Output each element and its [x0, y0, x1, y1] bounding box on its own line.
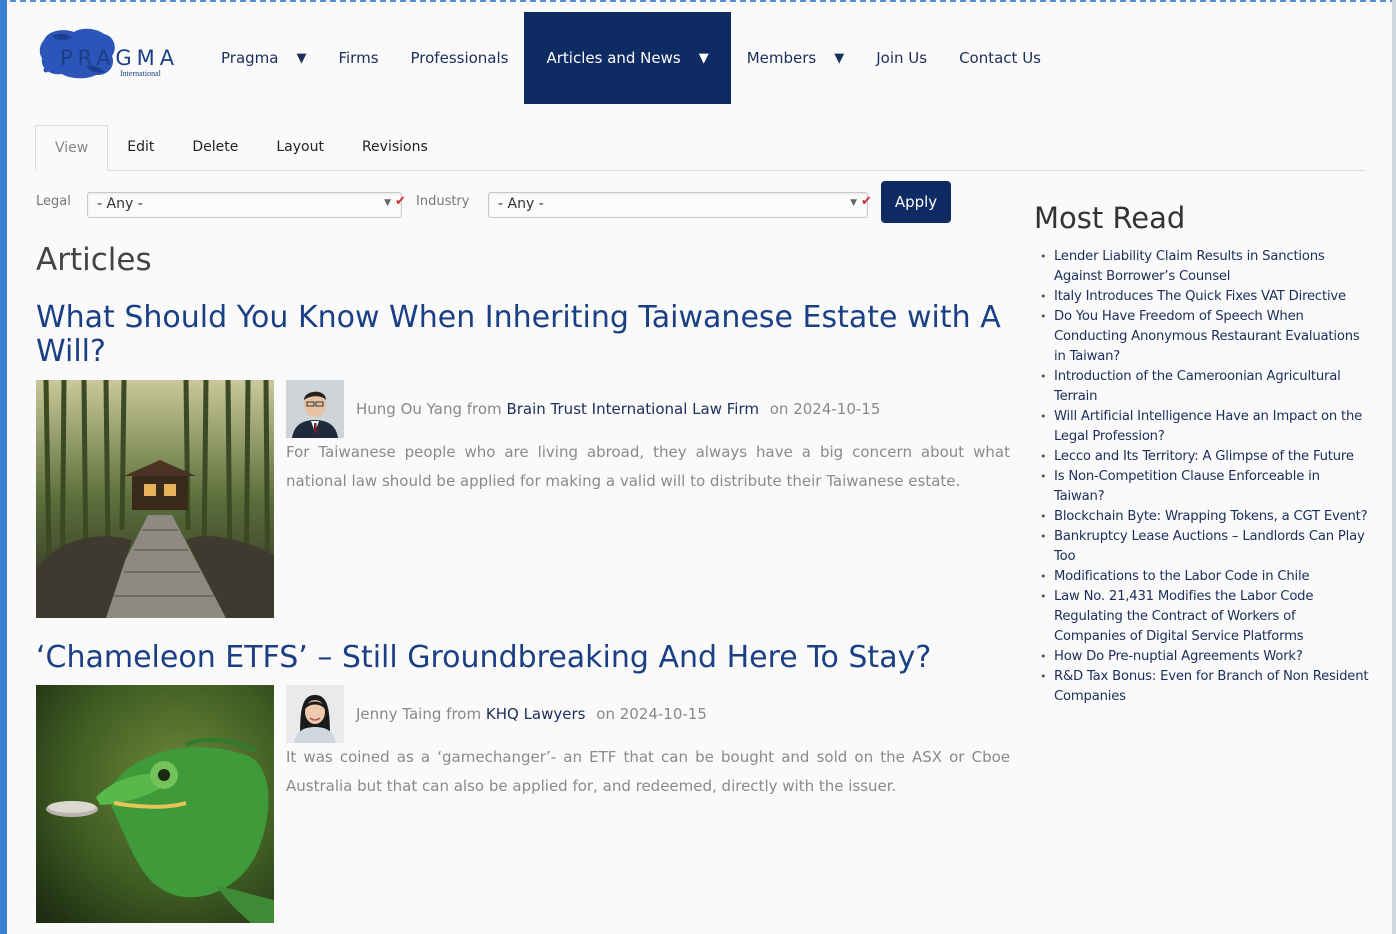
nav-label: Members — [746, 49, 817, 67]
tab-view[interactable]: View — [35, 125, 109, 171]
author-avatar[interactable] — [286, 380, 344, 438]
most-read-item[interactable]: Lender Liability Claim Results in Sancti… — [1040, 247, 1370, 287]
article-excerpt: It was coined as a ‘gamechanger’- an ETF… — [286, 748, 1010, 795]
most-read-item[interactable]: Is Non-Competition Clause Enforceable in… — [1040, 467, 1370, 507]
dropdown-arrow-icon[interactable]: ▼ — [296, 51, 306, 66]
article-date: on 2024-10-15 — [596, 705, 707, 723]
article-byline: Hung Ou Yang from Brain Trust Internatio… — [356, 400, 880, 418]
window-top-border — [0, 0, 1396, 3]
site-logo[interactable]: PRAGMA International — [36, 24, 186, 84]
firm-link[interactable]: KHQ Lawyers — [486, 705, 586, 723]
most-read-item[interactable]: Introduction of the Cameroonian Agricult… — [1040, 367, 1370, 407]
tab-revisions[interactable]: Revisions — [343, 124, 447, 170]
nav-label: Firms — [338, 49, 379, 67]
most-read-item[interactable]: Modifications to the Labor Code in Chile — [1040, 567, 1370, 587]
from-text: from — [466, 400, 502, 418]
from-text: from — [446, 705, 482, 723]
article-byline: Jenny Taing from KHQ Lawyers on 2024-10-… — [356, 705, 707, 723]
nav-item-articles-and-news[interactable]: Articles and News ▼ — [524, 12, 731, 104]
most-read-item[interactable]: Law No. 21,431 Modifies the Labor Code R… — [1040, 587, 1370, 647]
most-read-item[interactable]: Do You Have Freedom of Speech When Condu… — [1040, 307, 1370, 367]
author-name[interactable]: Jenny Taing — [356, 705, 441, 723]
most-read-item[interactable]: Bankruptcy Lease Auctions – Landlords Ca… — [1040, 527, 1370, 567]
tab-layout[interactable]: Layout — [257, 124, 343, 170]
most-read-item[interactable]: How Do Pre-nuptial Agreements Work? — [1040, 647, 1370, 667]
industry-filter-label: Industry — [416, 194, 470, 209]
nav-item-contact-us[interactable]: Contact Us — [943, 12, 1057, 104]
industry-filter-value: - Any - — [498, 196, 544, 212]
tab-delete[interactable]: Delete — [173, 124, 257, 170]
logo-wordmark: PRAGMA — [60, 46, 180, 70]
article-date: on 2024-10-15 — [769, 400, 881, 418]
nav-label: Articles and News — [546, 49, 681, 67]
article-image-chameleon[interactable] — [36, 685, 274, 923]
nav-item-pragma[interactable]: Pragma ▼ — [205, 12, 322, 104]
article-title-link[interactable]: ‘Chameleon ETFS’ – Still Groundbreaking … — [36, 641, 1006, 675]
logo-subtext: International — [120, 69, 161, 78]
select-caret-icon: ▼ — [384, 198, 391, 208]
female-author-avatar — [286, 685, 344, 743]
select-caret-icon: ▼ — [850, 198, 857, 208]
nav-label: Professionals — [410, 49, 509, 67]
most-read-item[interactable]: Blockchain Byte: Wrapping Tokens, a CGT … — [1040, 507, 1370, 527]
legal-filter-value: - Any - — [97, 196, 143, 212]
legal-filter-label: Legal — [36, 194, 71, 209]
firm-link[interactable]: Brain Trust International Law Firm — [506, 400, 759, 418]
dropdown-arrow-icon[interactable]: ▼ — [834, 51, 844, 66]
nav-item-firms[interactable]: Firms — [322, 12, 394, 104]
article-title-link[interactable]: What Should You Know When Inheriting Tai… — [36, 301, 1006, 369]
most-read-item[interactable]: Italy Introduces The Quick Fixes VAT Dir… — [1040, 287, 1370, 307]
nav-item-members[interactable]: Members ▼ — [731, 12, 861, 104]
article-excerpt: For Taiwanese people who are living abro… — [286, 443, 1010, 490]
window-left-border — [0, 0, 7, 934]
nav-label: Join Us — [876, 49, 928, 67]
author-avatar[interactable] — [286, 685, 344, 743]
dropdown-arrow-icon[interactable]: ▼ — [699, 51, 709, 66]
local-tasks-tabs: View Edit Delete Layout Revisions — [35, 124, 1365, 171]
apply-button[interactable]: Apply — [881, 181, 951, 223]
required-marker-icon: ✔ — [861, 193, 872, 208]
author-name[interactable]: Hung Ou Yang — [356, 400, 462, 418]
tab-edit[interactable]: Edit — [108, 124, 173, 170]
most-read-item[interactable]: R&D Tax Bonus: Even for Branch of Non Re… — [1040, 667, 1370, 707]
nav-label: Contact Us — [959, 49, 1041, 67]
window-right-border — [1392, 0, 1396, 934]
industry-filter-select[interactable]: - Any - ▼ — [488, 192, 868, 218]
most-read-list: Lender Liability Claim Results in Sancti… — [1040, 247, 1370, 707]
male-author-avatar — [286, 380, 344, 438]
main-nav: Pragma ▼ Firms Professionals Articles an… — [205, 12, 1057, 104]
nav-label: Pragma — [221, 49, 279, 67]
bamboo-forest-path-image — [36, 380, 274, 618]
page-title: Articles — [36, 242, 152, 278]
legal-filter-select[interactable]: - Any - ▼ — [87, 192, 402, 218]
chameleon-coin-image — [36, 685, 274, 923]
nav-item-professionals[interactable]: Professionals — [395, 12, 525, 104]
most-read-item[interactable]: Will Artificial Intelligence Have an Imp… — [1040, 407, 1370, 447]
nav-item-join-us[interactable]: Join Us — [860, 12, 943, 104]
most-read-item[interactable]: Lecco and Its Territory: A Glimpse of th… — [1040, 447, 1370, 467]
article-image-bamboo-path[interactable] — [36, 380, 274, 618]
most-read-title: Most Read — [1034, 201, 1186, 235]
required-marker-icon: ✔ — [395, 193, 406, 208]
